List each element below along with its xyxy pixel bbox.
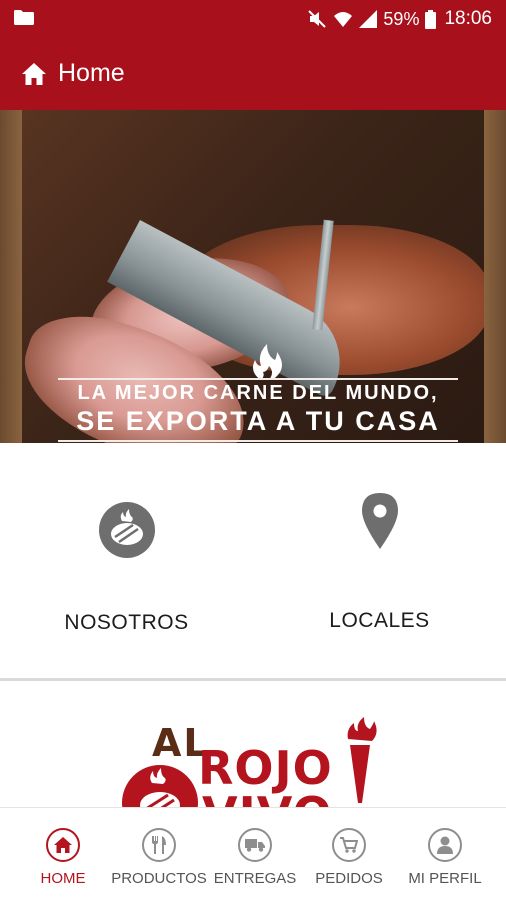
nav-item-productos[interactable]: PRODUCTOS xyxy=(110,808,208,900)
logo-steak-icon xyxy=(140,768,180,809)
option-label-nosotros: NOSOTROS xyxy=(64,611,189,634)
folder-icon xyxy=(14,10,34,25)
option-locales[interactable]: LOCALES xyxy=(253,443,506,680)
cutlery-icon xyxy=(142,828,176,862)
banner-rule-bottom xyxy=(58,440,458,442)
banner-tagline-line2: SE EXPORTA A TU CASA xyxy=(76,406,440,436)
brand-logo: AL ROJO VIVO xyxy=(0,681,506,809)
option-label-locales: LOCALES xyxy=(329,609,430,632)
battery-icon xyxy=(425,9,437,29)
bottom-navigation: HOME PRODUCTOS ENTREGAS PEDIDOS MI PERFI… xyxy=(0,807,506,900)
wifi-icon xyxy=(334,12,353,27)
nav-label-entregas: ENTREGAS xyxy=(213,870,297,887)
flame-logo-icon xyxy=(253,344,282,380)
status-icons: 59% 18:06 xyxy=(307,8,492,30)
options-section: NOSOTROS LOCALES xyxy=(0,443,506,680)
logo-word-vivo: VIVO xyxy=(202,787,333,809)
nav-label-pedidos: PEDIDOS xyxy=(315,870,383,887)
truck-icon xyxy=(238,828,272,862)
banner-rule-top xyxy=(58,378,458,380)
nav-item-entregas[interactable]: ENTREGAS xyxy=(212,808,298,900)
logo-grill-circle xyxy=(122,765,198,809)
signal-icon xyxy=(359,10,378,28)
nav-label-mi-perfil: MI PERFIL xyxy=(408,870,482,887)
nav-item-home[interactable]: HOME xyxy=(34,808,92,900)
grill-steak-icon xyxy=(98,502,155,558)
mute-icon xyxy=(308,10,327,28)
nav-label-productos: PRODUCTOS xyxy=(111,870,207,887)
home-icon[interactable] xyxy=(21,62,47,86)
cart-icon xyxy=(332,828,366,862)
nav-label-home: HOME xyxy=(40,870,86,887)
banner-tagline-line1: LA MEJOR CARNE DEL MUNDO, xyxy=(77,382,439,404)
page-title: Home xyxy=(58,59,125,87)
option-nosotros[interactable]: NOSOTROS xyxy=(0,443,253,680)
home-icon xyxy=(46,828,80,862)
location-pin-icon xyxy=(361,493,398,549)
nav-item-mi-perfil[interactable]: MI PERFIL xyxy=(402,808,488,900)
torch-icon xyxy=(347,717,377,803)
status-bar: 59% 18:06 xyxy=(0,0,506,38)
user-icon xyxy=(428,828,462,862)
clock: 18:06 xyxy=(444,8,492,29)
nav-item-pedidos[interactable]: PEDIDOS xyxy=(310,808,388,900)
battery-percent: 59% xyxy=(383,8,420,29)
banner-wood-right xyxy=(484,110,506,443)
hero-banner: LA MEJOR CARNE DEL MUNDO, SE EXPORTA A T… xyxy=(0,110,506,443)
banner-wood-left xyxy=(0,110,22,443)
app-bar: Home xyxy=(0,38,506,110)
